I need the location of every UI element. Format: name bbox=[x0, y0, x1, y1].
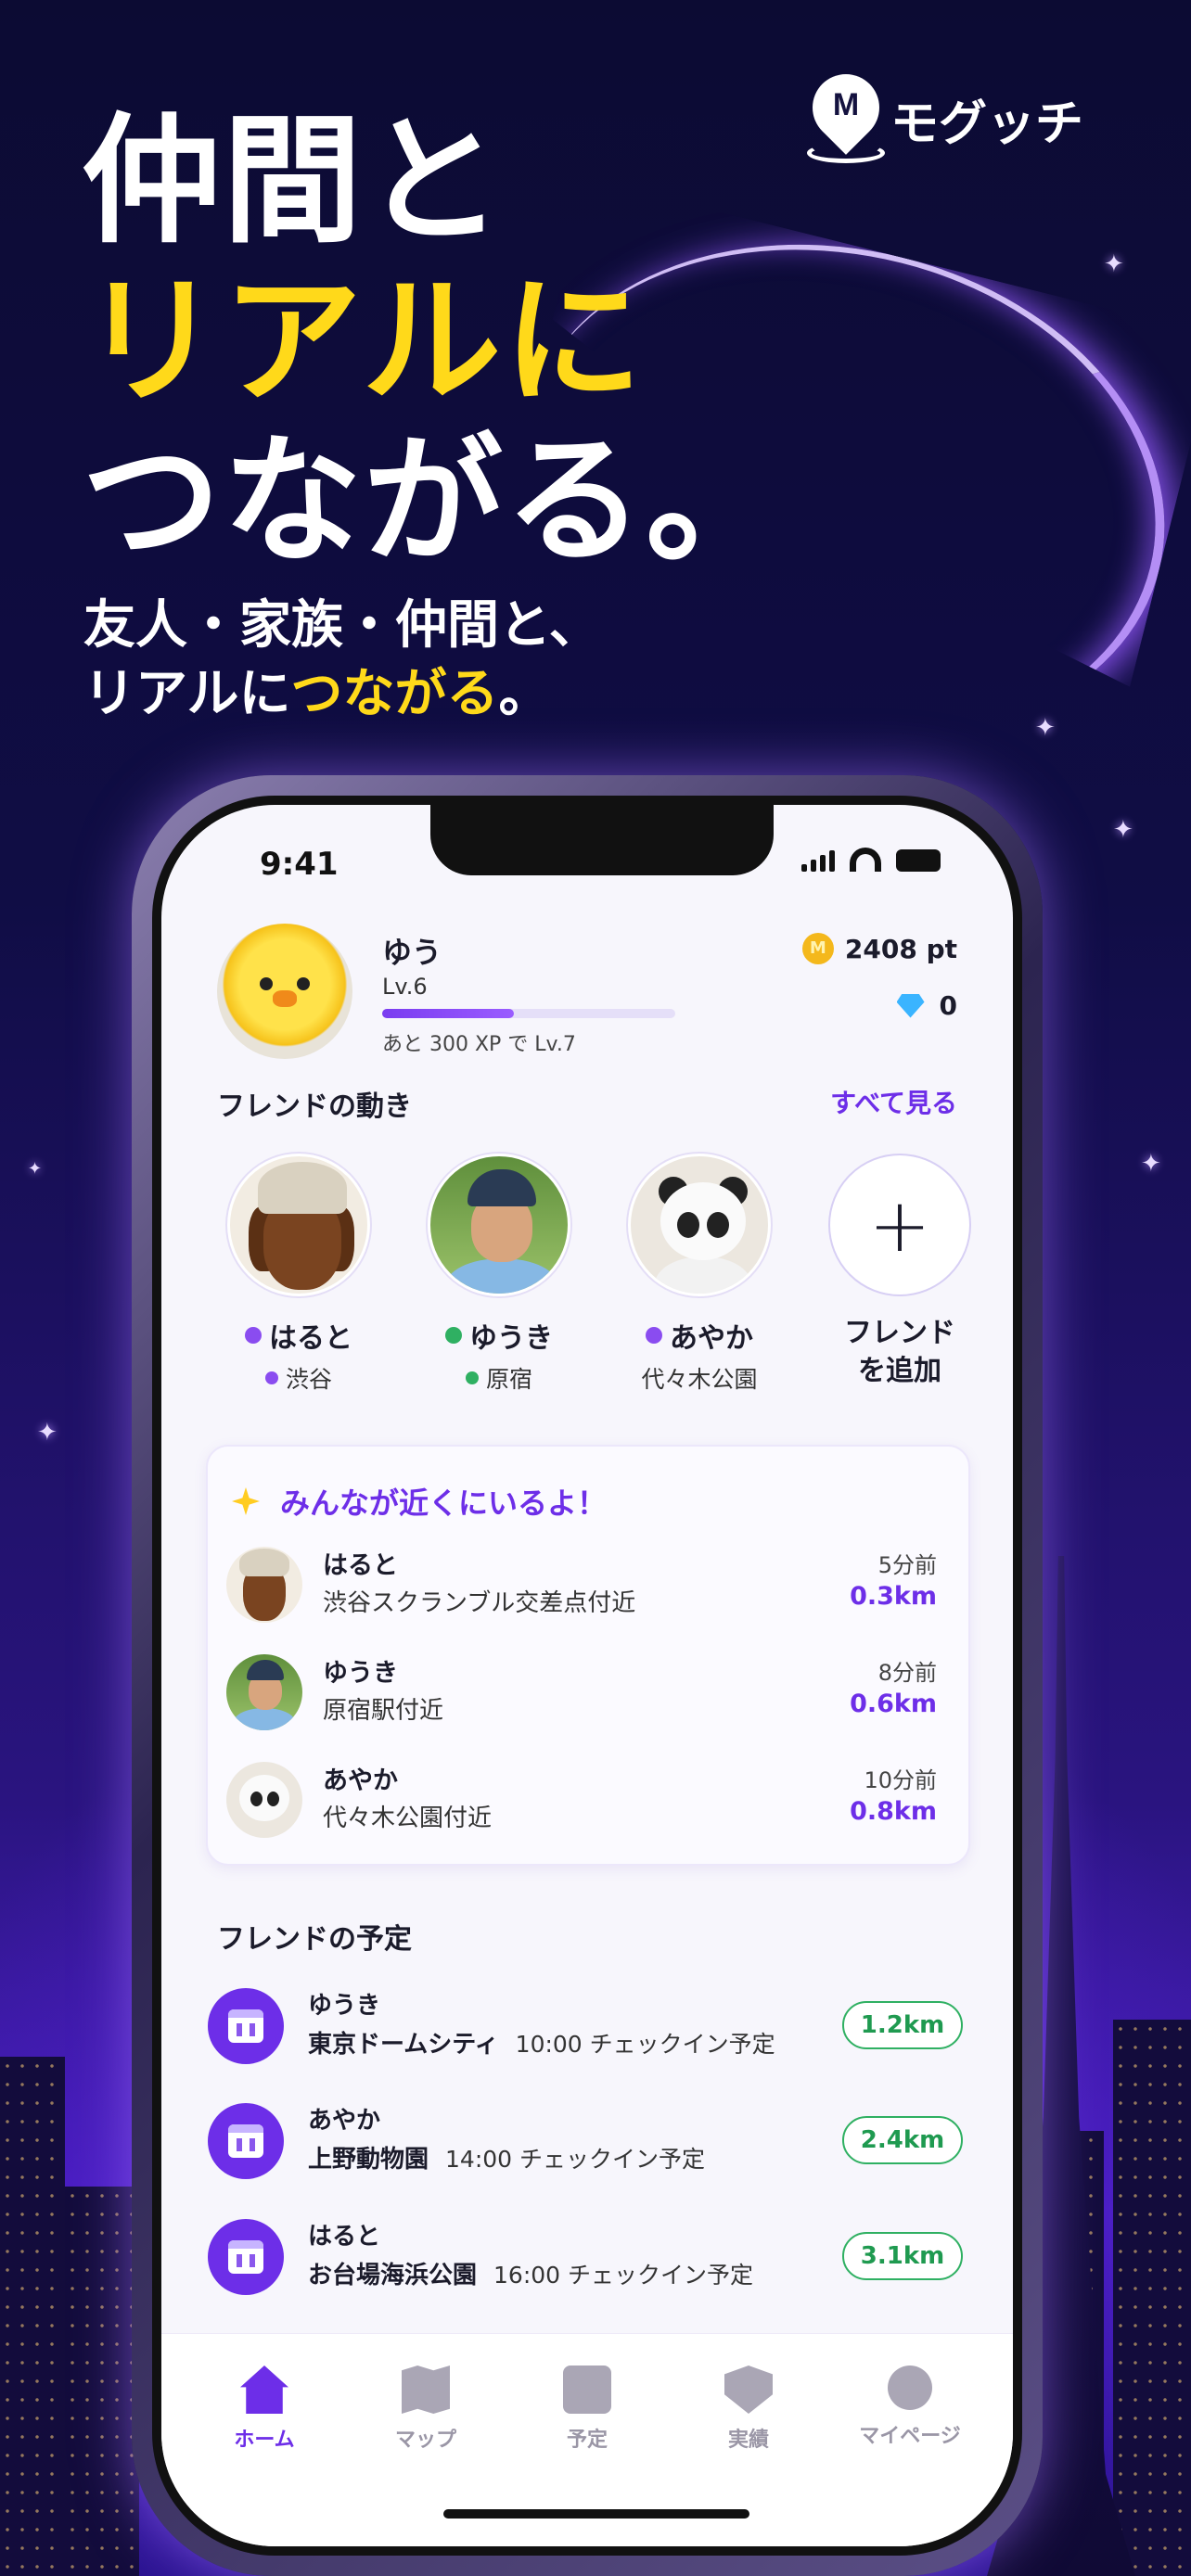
sparkle-icon bbox=[232, 1487, 260, 1515]
map-icon bbox=[402, 2366, 450, 2414]
calendar-icon bbox=[208, 1988, 284, 2064]
gems-value: 0 bbox=[939, 990, 957, 1021]
battery-icon bbox=[896, 849, 941, 872]
points-display[interactable]: M 2408 pt bbox=[801, 933, 957, 964]
app-screen: 9:41 ゆう Lv.6 あと 300 XP で Lv.7 M 2408 pt … bbox=[161, 805, 1013, 2546]
xp-progress-bar bbox=[382, 1009, 675, 1018]
points-value: 2408 pt bbox=[844, 933, 957, 964]
signal-icon bbox=[801, 850, 835, 872]
calendar-icon bbox=[208, 2103, 284, 2179]
gems-display[interactable]: 0 bbox=[896, 990, 957, 1021]
tab-mypage[interactable]: マイページ bbox=[836, 2366, 984, 2453]
star-icon: ✦ bbox=[1104, 250, 1124, 278]
friend-avatar bbox=[226, 1762, 302, 1838]
xp-note: あと 300 XP で Lv.7 bbox=[382, 1033, 576, 1056]
status-icons bbox=[801, 848, 941, 872]
schedule-item[interactable]: ゆうき 東京ドームシティ 10:00 チェックイン予定 1.2km bbox=[208, 1983, 978, 2075]
friend-item[interactable]: ゆうき 原宿 bbox=[416, 1154, 583, 1395]
avatar[interactable] bbox=[217, 924, 352, 1059]
calendar-icon bbox=[208, 2219, 284, 2295]
friend-item[interactable]: あやか 代々木公園 bbox=[616, 1154, 783, 1395]
star-icon: ✦ bbox=[28, 1159, 43, 1179]
plus-icon: + bbox=[828, 1154, 971, 1296]
friend-item[interactable]: はると 渋谷 bbox=[215, 1154, 382, 1395]
friend-list: はると 渋谷 ゆうき 原宿 あやか 代々木公園 + フレンド を追加 bbox=[215, 1154, 983, 1395]
tab-achievements[interactable]: 実績 bbox=[674, 2366, 823, 2453]
nearby-title: みんなが近くにいるよ！ bbox=[280, 1486, 608, 1521]
tab-schedule[interactable]: 予定 bbox=[513, 2366, 661, 2453]
see-all-link[interactable]: すべて見る bbox=[830, 1083, 957, 1120]
tab-home[interactable]: ホーム bbox=[190, 2366, 339, 2453]
user-level: Lv.6 bbox=[382, 974, 428, 1000]
friend-avatar bbox=[226, 1654, 302, 1730]
status-dot bbox=[245, 1327, 262, 1344]
status-dot bbox=[646, 1327, 662, 1344]
home-indicator bbox=[443, 2509, 749, 2519]
nearby-item[interactable]: はると 渋谷スクランブル交差点付近 5分前 0.3km bbox=[226, 1539, 950, 1632]
friend-avatar bbox=[628, 1154, 771, 1296]
schedule-title: フレンドの予定 bbox=[217, 1923, 412, 1956]
nearby-item[interactable]: ゆうき 原宿駅付近 8分前 0.6km bbox=[226, 1647, 950, 1740]
hero-subline: 友人・家族・仲間と、 リアルにつながる。 bbox=[83, 595, 601, 724]
user-name: ゆう bbox=[382, 935, 442, 970]
friend-avatar bbox=[226, 1547, 302, 1623]
phone-frame: 9:41 ゆう Lv.6 あと 300 XP で Lv.7 M 2408 pt … bbox=[132, 775, 1043, 2576]
nearby-item[interactable]: あやか 代々木公園付近 10分前 0.8km bbox=[226, 1754, 950, 1847]
friend-avatar bbox=[227, 1154, 370, 1296]
star-icon: ✦ bbox=[1035, 714, 1056, 742]
distance-badge: 2.4km bbox=[842, 2116, 963, 2164]
brand-name: モグッチ bbox=[890, 96, 1084, 152]
location-pin-icon: M bbox=[799, 60, 893, 163]
schedule-item[interactable]: あやか 上野動物園 14:00 チェックイン予定 2.4km bbox=[208, 2098, 978, 2190]
distance-badge: 3.1km bbox=[842, 2232, 963, 2280]
add-friend-button[interactable]: + フレンド を追加 bbox=[816, 1154, 983, 1395]
location-dot bbox=[264, 1371, 278, 1384]
brand-logo: M モグッチ bbox=[799, 60, 1084, 163]
tab-bar: ホーム マップ 予定 実績 マイページ bbox=[161, 2333, 1013, 2546]
schedule-item[interactable]: はると お台場海浜公園 16:00 チェックイン予定 3.1km bbox=[208, 2213, 978, 2306]
tab-map[interactable]: マップ bbox=[352, 2366, 500, 2453]
friend-avatar bbox=[428, 1154, 570, 1296]
diamond-icon bbox=[896, 993, 925, 1018]
star-icon: ✦ bbox=[1141, 1150, 1161, 1178]
status-dot bbox=[445, 1327, 462, 1344]
calendar-icon bbox=[563, 2366, 611, 2414]
status-time: 9:41 bbox=[260, 846, 339, 883]
location-dot bbox=[465, 1371, 479, 1384]
coin-icon: M bbox=[801, 933, 834, 964]
user-icon bbox=[888, 2366, 932, 2410]
badge-icon bbox=[724, 2366, 773, 2414]
star-icon: ✦ bbox=[1113, 816, 1133, 844]
friend-activity-title: フレンドの動き bbox=[217, 1090, 412, 1123]
nearby-card: みんなが近くにいるよ！ はると 渋谷スクランブル交差点付近 5分前 0.3km … bbox=[206, 1445, 970, 1866]
notch bbox=[430, 805, 774, 875]
wifi-icon bbox=[850, 848, 881, 872]
home-icon bbox=[240, 2366, 288, 2414]
star-icon: ✦ bbox=[37, 1419, 58, 1447]
distance-badge: 1.2km bbox=[842, 2001, 963, 2049]
hero-headline: 仲間と リアルに つながる。 bbox=[82, 101, 788, 582]
